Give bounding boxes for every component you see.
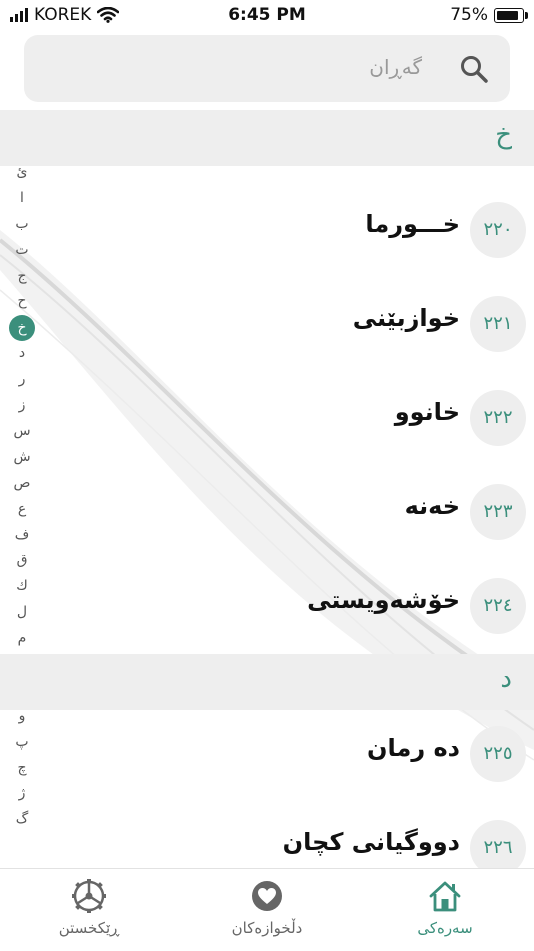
tab-favorites[interactable]: دڵخوازەکان (178, 869, 356, 951)
section-header-d: د (0, 654, 534, 710)
list-item[interactable]: ٢٢٢ خانوو (0, 372, 534, 466)
search-field[interactable]: گەڕان (24, 35, 510, 102)
item-title: خۆشەویستی (307, 586, 460, 614)
item-title: دە رمان (366, 734, 460, 762)
item-number-badge: ٢٢٠ (470, 202, 526, 258)
heart-icon (252, 881, 282, 911)
tab-bar: ڕێکخستن دڵخوازەکان سەرەکی (0, 868, 534, 951)
battery-status: 75% (450, 5, 528, 25)
index-letter[interactable]: ئ (6, 160, 38, 186)
section-header-kh: خ (0, 110, 534, 166)
item-number-badge: ٢٢١ (470, 296, 526, 352)
item-number-badge: ٢٢٢ (470, 390, 526, 446)
gear-icon (72, 879, 106, 913)
list-item[interactable]: ٢٢٤ خۆشەویستی (0, 560, 534, 654)
item-title: خـــورما (365, 210, 460, 238)
item-title: دووگیانی کچان (282, 828, 460, 856)
tab-label: ڕێکخستن (58, 919, 120, 937)
section-letter: خ (495, 120, 512, 150)
battery-percent: 75% (450, 5, 488, 25)
battery-icon (494, 7, 528, 23)
list-item[interactable]: ٢٢٣ خەنە (0, 466, 534, 560)
tab-label: دڵخوازەکان (231, 919, 303, 937)
item-number-badge: ٢٢٤ (470, 578, 526, 634)
status-bar: KOREK 6:45 PM 75% (0, 0, 534, 32)
section-letter: د (500, 664, 512, 694)
list-item[interactable]: ٢٢٥ دە رمان (0, 708, 534, 802)
list-item[interactable]: ٢٢٠ خـــورما (0, 184, 534, 278)
item-title: خەنە (404, 492, 460, 520)
tab-settings[interactable]: ڕێکخستن (0, 869, 178, 951)
item-number-badge: ٢٢٣ (470, 484, 526, 540)
item-number-badge: ٢٢٥ (470, 726, 526, 782)
search-placeholder: گەڕان (369, 55, 422, 79)
home-icon (429, 881, 461, 912)
search-icon[interactable] (458, 53, 490, 85)
item-title: خانوو (394, 398, 460, 426)
tab-home[interactable]: سەرەکی (356, 869, 534, 951)
list-item[interactable]: ٢٢١ خوازبێنی (0, 278, 534, 372)
item-title: خوازبێنی (352, 304, 460, 332)
tab-label: سەرەکی (417, 919, 473, 937)
